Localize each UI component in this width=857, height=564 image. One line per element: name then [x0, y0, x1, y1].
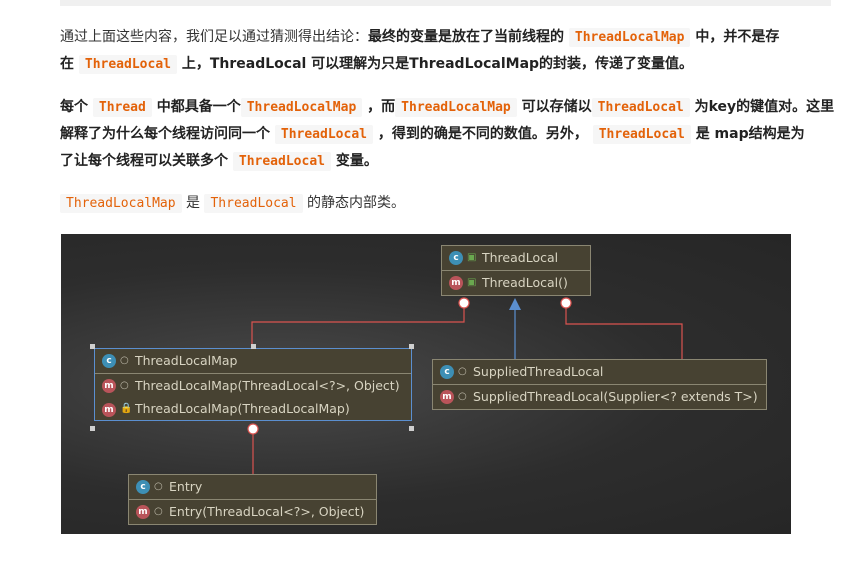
method-icon: m	[440, 390, 454, 404]
paragraph-static-inner: ThreadLocalMap 是 ThreadLocal 的静态内部类。	[60, 190, 835, 217]
package-private-icon: ○	[458, 366, 467, 377]
class-title: Entry	[169, 479, 203, 494]
inline-code: ThreadLocalMap	[395, 98, 517, 117]
uml-class-threadlocal[interactable]: c ▣ ThreadLocal m ▣ ThreadLocal()	[441, 245, 591, 296]
class-title: ThreadLocal	[482, 250, 559, 265]
method-icon: m	[102, 403, 116, 417]
inline-code: ThreadLocal	[592, 125, 691, 144]
inline-code: ThreadLocal	[274, 125, 373, 144]
inline-code: ThreadLocal	[232, 152, 331, 171]
inline-code: ThreadLocal	[204, 194, 303, 213]
inline-code: ThreadLocalMap	[240, 98, 363, 117]
method-label: Entry(ThreadLocal<?>, Object)	[169, 504, 365, 519]
package-private-icon: ○	[120, 355, 129, 366]
uml-class-threadlocalmap[interactable]: c ○ ThreadLocalMap m ○ ThreadLocalMap(Th…	[94, 348, 412, 421]
class-title: SuppliedThreadLocal	[473, 364, 604, 379]
package-private-icon: ○	[120, 380, 129, 391]
resize-handle[interactable]	[409, 344, 414, 349]
class-icon: c	[449, 251, 463, 265]
method-label: ThreadLocal()	[482, 275, 568, 290]
package-private-icon: ○	[154, 506, 163, 517]
uml-class-suppliedthreadlocal[interactable]: c ○ SuppliedThreadLocal m ○ SuppliedThre…	[432, 359, 767, 410]
package-private-icon: ○	[154, 481, 163, 492]
package-private-icon: ○	[458, 391, 467, 402]
uml-diagram: c ▣ ThreadLocal m ▣ ThreadLocal() c ○ Th…	[61, 234, 791, 534]
resize-handle[interactable]	[409, 426, 414, 431]
inline-code: Thread	[92, 98, 152, 117]
lock-icon: 🔒	[120, 403, 133, 414]
resize-handle[interactable]	[251, 344, 256, 349]
inline-code: ThreadLocalMap	[60, 194, 182, 213]
method-label: ThreadLocalMap(ThreadLocal<?>, Object)	[135, 378, 400, 393]
paragraph-explanation: 每个 Thread 中都具备一个 ThreadLocalMap ，而 ThreadL…	[60, 98, 835, 171]
top-divider	[60, 0, 831, 6]
method-icon: m	[449, 276, 463, 290]
inline-code: ThreadLocal	[78, 55, 177, 74]
method-icon: m	[136, 505, 150, 519]
public-icon: ▣	[467, 277, 477, 288]
uml-class-entry[interactable]: c ○ Entry m ○ Entry(ThreadLocal<?>, Obje…	[128, 474, 377, 525]
public-icon: ▣	[467, 252, 477, 263]
paragraph-conclusion: 通过上面这些内容，我们足以通过猜测得出结论：最终的变量是放在了当前线程的 Thr…	[60, 28, 780, 74]
method-icon: m	[102, 379, 116, 393]
class-icon: c	[102, 354, 116, 368]
inline-code: ThreadLocal	[591, 98, 690, 117]
resize-handle[interactable]	[90, 344, 95, 349]
resize-handle[interactable]	[90, 426, 95, 431]
class-icon: c	[440, 365, 454, 379]
method-label: ThreadLocalMap(ThreadLocalMap)	[135, 401, 350, 416]
class-title: ThreadLocalMap	[135, 353, 238, 368]
method-label: SuppliedThreadLocal(Supplier<? extends T…	[473, 389, 758, 404]
inline-code: ThreadLocalMap	[568, 28, 691, 47]
class-icon: c	[136, 480, 150, 494]
